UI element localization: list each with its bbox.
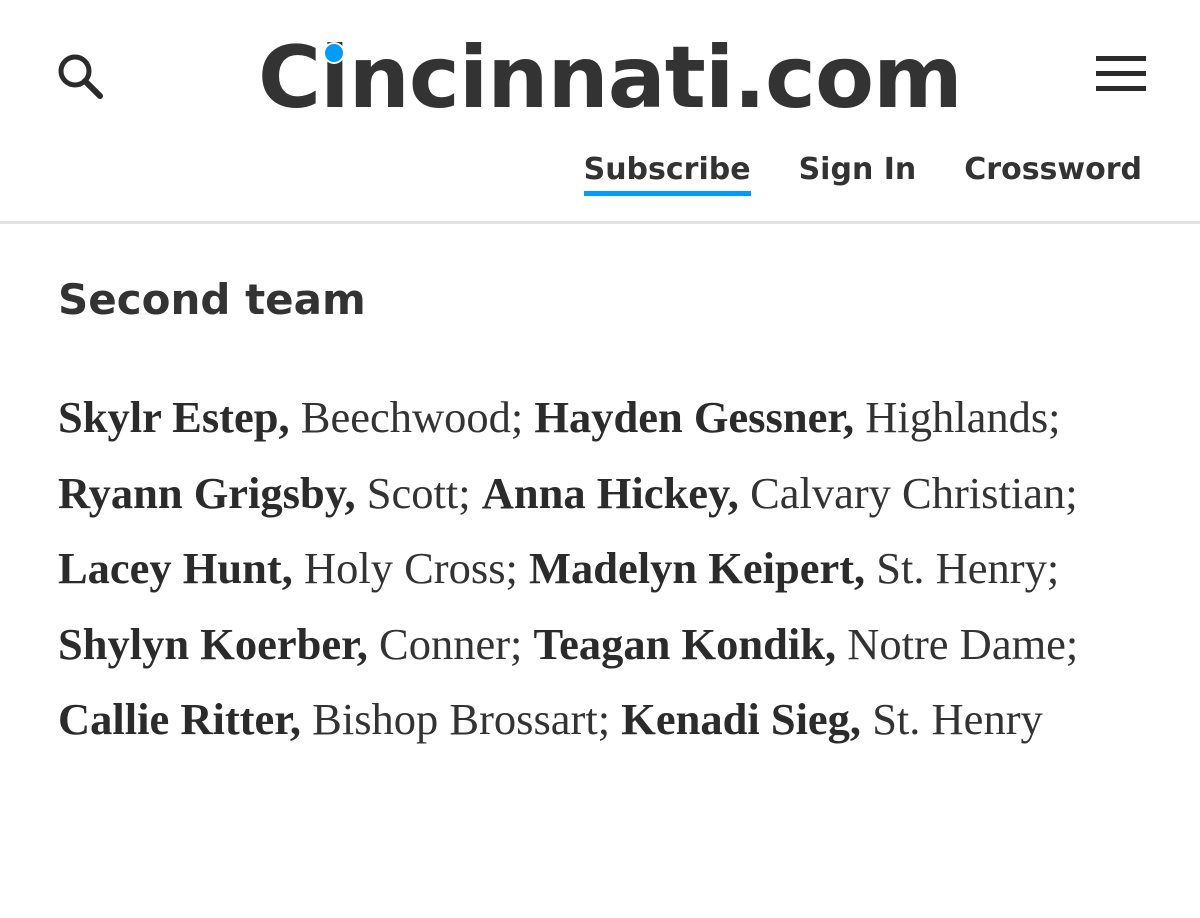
player-school: St. Henry;	[865, 543, 1060, 593]
player-school: Bishop Brossart;	[301, 694, 622, 744]
player-school: Holy Cross;	[292, 543, 529, 593]
player-name: Hayden Gessner,	[534, 392, 855, 442]
logo-text-start: C	[258, 28, 321, 128]
player-name: Anna Hickey,	[481, 467, 739, 518]
player-name: Teagan Kondik,	[533, 618, 837, 669]
subscribe-link[interactable]: Subscribe	[583, 152, 751, 196]
player-name: Skylr Estep,	[58, 392, 290, 442]
roster-paragraph: Skylr Estep, Beechwood; Hayden Gessner, …	[58, 380, 1158, 758]
player-name: Shylyn Koerber,	[58, 618, 368, 669]
player-school: Calvary Christian;	[738, 467, 1078, 518]
player-name: Lacey Hunt,	[58, 543, 293, 593]
player-name: Kenadi Sieg,	[621, 694, 862, 744]
site-header: Ci ncinnati.com Subscribe Sign In Crosswo…	[0, 0, 1200, 224]
sign-in-link[interactable]: Sign In	[799, 152, 917, 196]
player-name: Callie Ritter,	[58, 694, 302, 744]
player-school: Conner;	[367, 618, 534, 669]
player-school: Notre Dame;	[836, 618, 1079, 669]
site-logo[interactable]: Ci ncinnati.com	[258, 28, 963, 128]
player-name: Madelyn Keipert,	[529, 543, 866, 593]
header-nav: Subscribe Sign In Crossword	[583, 152, 1142, 196]
search-button[interactable]	[50, 48, 110, 104]
player-school: Highlands;	[854, 392, 1061, 442]
player-school: Scott;	[355, 467, 482, 518]
logo-dotted-letter: i	[320, 28, 350, 128]
menu-button[interactable]	[1094, 52, 1150, 96]
section-title: Second team	[58, 275, 366, 324]
player-school: Beechwood;	[289, 392, 535, 442]
search-icon	[58, 54, 103, 99]
crossword-link[interactable]: Crossword	[964, 152, 1142, 196]
player-school: St. Henry	[861, 694, 1043, 744]
player-name: Ryann Grigsby,	[58, 467, 356, 518]
logo-text-end: ncinnati.com	[348, 28, 963, 128]
